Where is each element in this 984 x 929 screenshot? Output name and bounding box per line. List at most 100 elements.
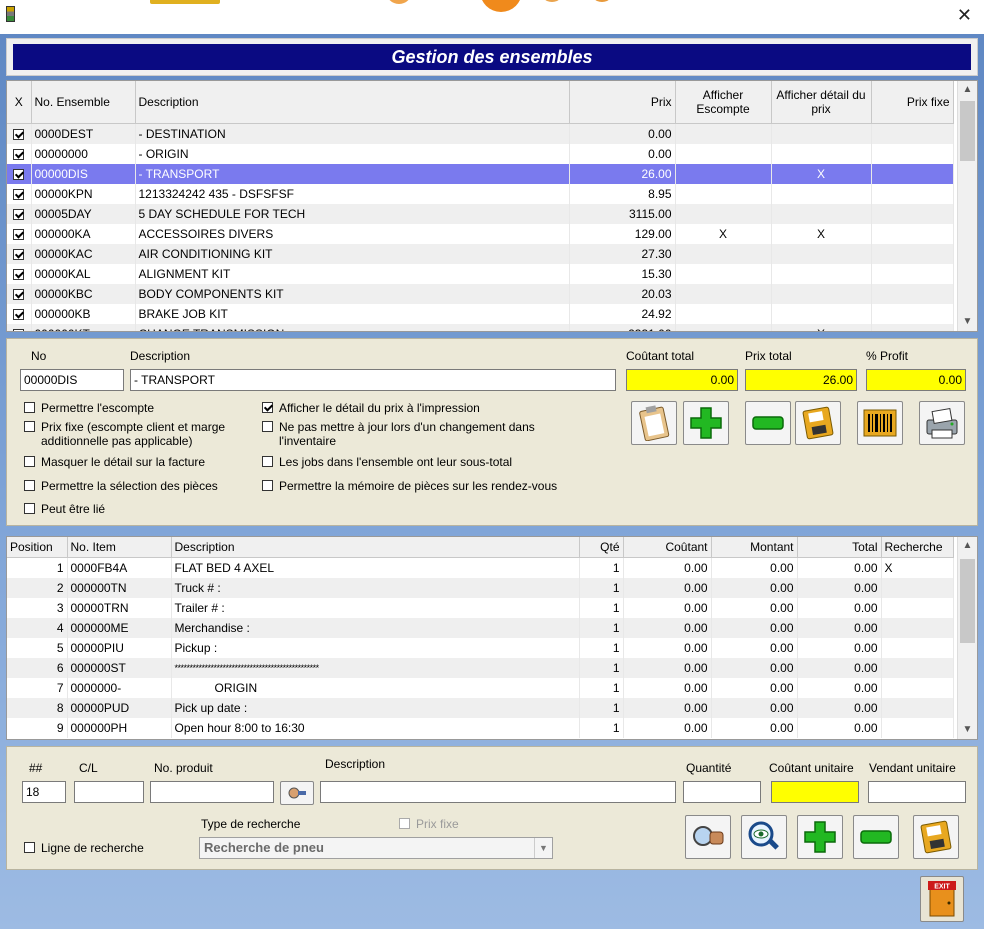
column-header-prix-fixe[interactable]: Prix fixe [871, 81, 954, 124]
remove-item-button[interactable] [853, 815, 899, 859]
row-checkbox-cell[interactable] [7, 243, 32, 264]
table-row[interactable]: 00000KPN 1213324242 435 - DSFSFSF 8.95 [7, 183, 954, 204]
table-row[interactable]: 7 0000000- ORIGIN 1 0.00 0.00 0.00 [7, 677, 954, 698]
row-checkbox[interactable] [13, 268, 25, 280]
column-header-total[interactable]: Total [797, 537, 882, 558]
entry-description-field[interactable] [320, 781, 676, 803]
row-checkbox-cell[interactable] [7, 323, 32, 331]
column-header-montant[interactable]: Montant [711, 537, 798, 558]
table-row[interactable]: 00005DAY 5 DAY SCHEDULE FOR TECH 3115.00 [7, 203, 954, 224]
profit-field[interactable]: 0.00 [866, 369, 966, 391]
items-table[interactable]: Position No. Item Description Qté Coûtan… [6, 536, 978, 740]
row-checkbox-cell[interactable] [7, 223, 32, 244]
row-checkbox-cell[interactable] [7, 123, 32, 144]
table-row[interactable]: 000000KTCHANGE TRANSMISSION2331.00 X [7, 323, 954, 331]
table-row[interactable]: 00000KAC AIR CONDITIONING KIT 27.30 [7, 243, 954, 264]
table-row[interactable]: 00000DIS - TRANSPORT 26.00 X [7, 163, 954, 184]
add-item-button[interactable] [797, 815, 843, 859]
ensemble-description-field[interactable]: - TRANSPORT [130, 369, 616, 391]
row-checkbox[interactable] [13, 168, 25, 180]
row-checkbox-cell[interactable] [7, 303, 32, 324]
no-produit-field[interactable] [150, 781, 274, 803]
cl-field[interactable] [74, 781, 144, 803]
option-prix-fixe[interactable]: Prix fixe (escompte client et marge addit… [24, 420, 225, 448]
clipboard-button[interactable] [631, 401, 677, 445]
row-checkbox-cell[interactable] [7, 143, 32, 164]
table-row[interactable]: 00000000- ORIGIN 0.00 [7, 143, 954, 164]
table-row[interactable]: 000000KB BRAKE JOB KIT 24.92 [7, 303, 954, 324]
row-checkbox[interactable] [13, 288, 25, 300]
scroll-up-icon[interactable]: ▲ [958, 537, 977, 555]
column-header-prix[interactable]: Prix [569, 81, 676, 124]
print-button[interactable] [919, 401, 965, 445]
row-checkbox[interactable] [13, 148, 25, 160]
option-ligne-recherche[interactable]: Ligne de recherche [24, 841, 144, 855]
row-checkbox[interactable] [13, 248, 25, 260]
save-item-button[interactable] [913, 815, 959, 859]
ensembles-scrollbar[interactable]: ▲ ▼ [957, 81, 977, 331]
row-checkbox-cell[interactable] [7, 283, 32, 304]
row-checkbox[interactable] [13, 188, 25, 200]
column-header-no-item[interactable]: No. Item [67, 537, 172, 558]
column-header-item-description[interactable]: Description [171, 537, 580, 558]
barcode-button[interactable] [857, 401, 903, 445]
option-afficher-detail[interactable]: Afficher le détail du prix à l'impressio… [262, 401, 480, 415]
column-header-select[interactable]: X [7, 81, 32, 124]
close-icon[interactable]: ✕ [957, 6, 972, 24]
cout-unitaire-field[interactable] [771, 781, 859, 803]
column-header-afficher-detail[interactable]: Afficher détail du prix [771, 81, 872, 124]
afficher-detail-checkbox[interactable] [262, 402, 273, 413]
table-row[interactable]: 000000KA ACCESSOIRES DIVERS 129.00 X X [7, 223, 954, 244]
chevron-down-icon[interactable]: ▼ [534, 838, 552, 858]
scroll-up-icon[interactable]: ▲ [958, 81, 977, 99]
ne-pas-maj-checkbox[interactable] [262, 421, 273, 432]
table-row[interactable]: 00000KAL ALIGNMENT KIT 15.30 [7, 263, 954, 284]
masquer-checkbox[interactable] [24, 456, 35, 467]
remove-ensemble-button[interactable] [745, 401, 791, 445]
row-checkbox[interactable] [13, 328, 25, 331]
table-row[interactable]: 5 00000PIU Pickup :1 0.00 0.00 0.00 [7, 637, 954, 658]
row-checkbox-cell[interactable] [7, 163, 32, 184]
table-row[interactable]: 1 0000FB4A FLAT BED 4 AXEL 1 0.00 0.00 0.00 X [7, 557, 954, 578]
prix-fixe-checkbox[interactable] [24, 421, 35, 432]
option-entry-prix-fixe[interactable]: Prix fixe [399, 817, 459, 831]
row-checkbox[interactable] [13, 208, 25, 220]
table-row[interactable]: 0000DEST - DESTINATION 0.00 [7, 123, 954, 144]
table-row[interactable]: 6 000000ST *******************************… [7, 657, 954, 678]
row-checkbox-cell[interactable] [7, 203, 32, 224]
row-checkbox[interactable] [13, 128, 25, 140]
selection-checkbox[interactable] [24, 480, 35, 491]
prix-total-field[interactable]: 26.00 [745, 369, 857, 391]
search-item-button[interactable] [685, 815, 731, 859]
option-peut-etre-lie[interactable]: Peut être lié [24, 502, 105, 516]
entry-prix-fixe-checkbox[interactable] [399, 818, 410, 829]
view-item-button[interactable] [741, 815, 787, 859]
table-row[interactable]: 8 00000PUD Pick up date :1 0.00 0.00 0.00 [7, 697, 954, 718]
column-header-recherche[interactable]: Recherche [881, 537, 954, 558]
memoire-checkbox[interactable] [262, 480, 273, 491]
table-row[interactable]: 3 00000TRN Trailer # :1 0.00 0.00 0.00 [7, 597, 954, 618]
option-masquer-detail[interactable]: Masquer le détail sur la facture [24, 455, 205, 469]
vendant-unitaire-field[interactable] [868, 781, 966, 803]
column-header-afficher-escompte[interactable]: Afficher Escompte [675, 81, 772, 124]
ensembles-table[interactable]: X No. Ensemble Description Prix Afficher… [6, 80, 978, 332]
column-header-coutant[interactable]: Coûtant [623, 537, 712, 558]
table-row[interactable]: 00000KBC BODY COMPONENTS KIT 20.03 [7, 283, 954, 304]
row-checkbox[interactable] [13, 308, 25, 320]
scroll-thumb[interactable] [960, 559, 975, 643]
option-memoire-pieces[interactable]: Permettre la mémoire de pièces sur les r… [262, 479, 557, 493]
position-field[interactable]: 18 [22, 781, 66, 803]
row-checkbox[interactable] [13, 228, 25, 240]
browse-product-button[interactable] [280, 781, 314, 805]
scroll-thumb[interactable] [960, 101, 975, 161]
table-row[interactable]: 9 000000PH Open hour 8:00 to 16:30 1 0.00 0.0… [7, 717, 954, 738]
escompte-checkbox[interactable] [24, 402, 35, 413]
option-selection-pieces[interactable]: Permettre la sélection des pièces [24, 479, 218, 493]
exit-button[interactable]: EXIT [920, 876, 964, 922]
row-checkbox-cell[interactable] [7, 263, 32, 284]
column-header-position[interactable]: Position [7, 537, 68, 558]
ensemble-no-field[interactable]: 00000DIS [20, 369, 124, 391]
add-ensemble-button[interactable] [683, 401, 729, 445]
option-escompte[interactable]: Permettre l'escompte [24, 401, 154, 415]
scroll-down-icon[interactable]: ▼ [958, 721, 977, 739]
